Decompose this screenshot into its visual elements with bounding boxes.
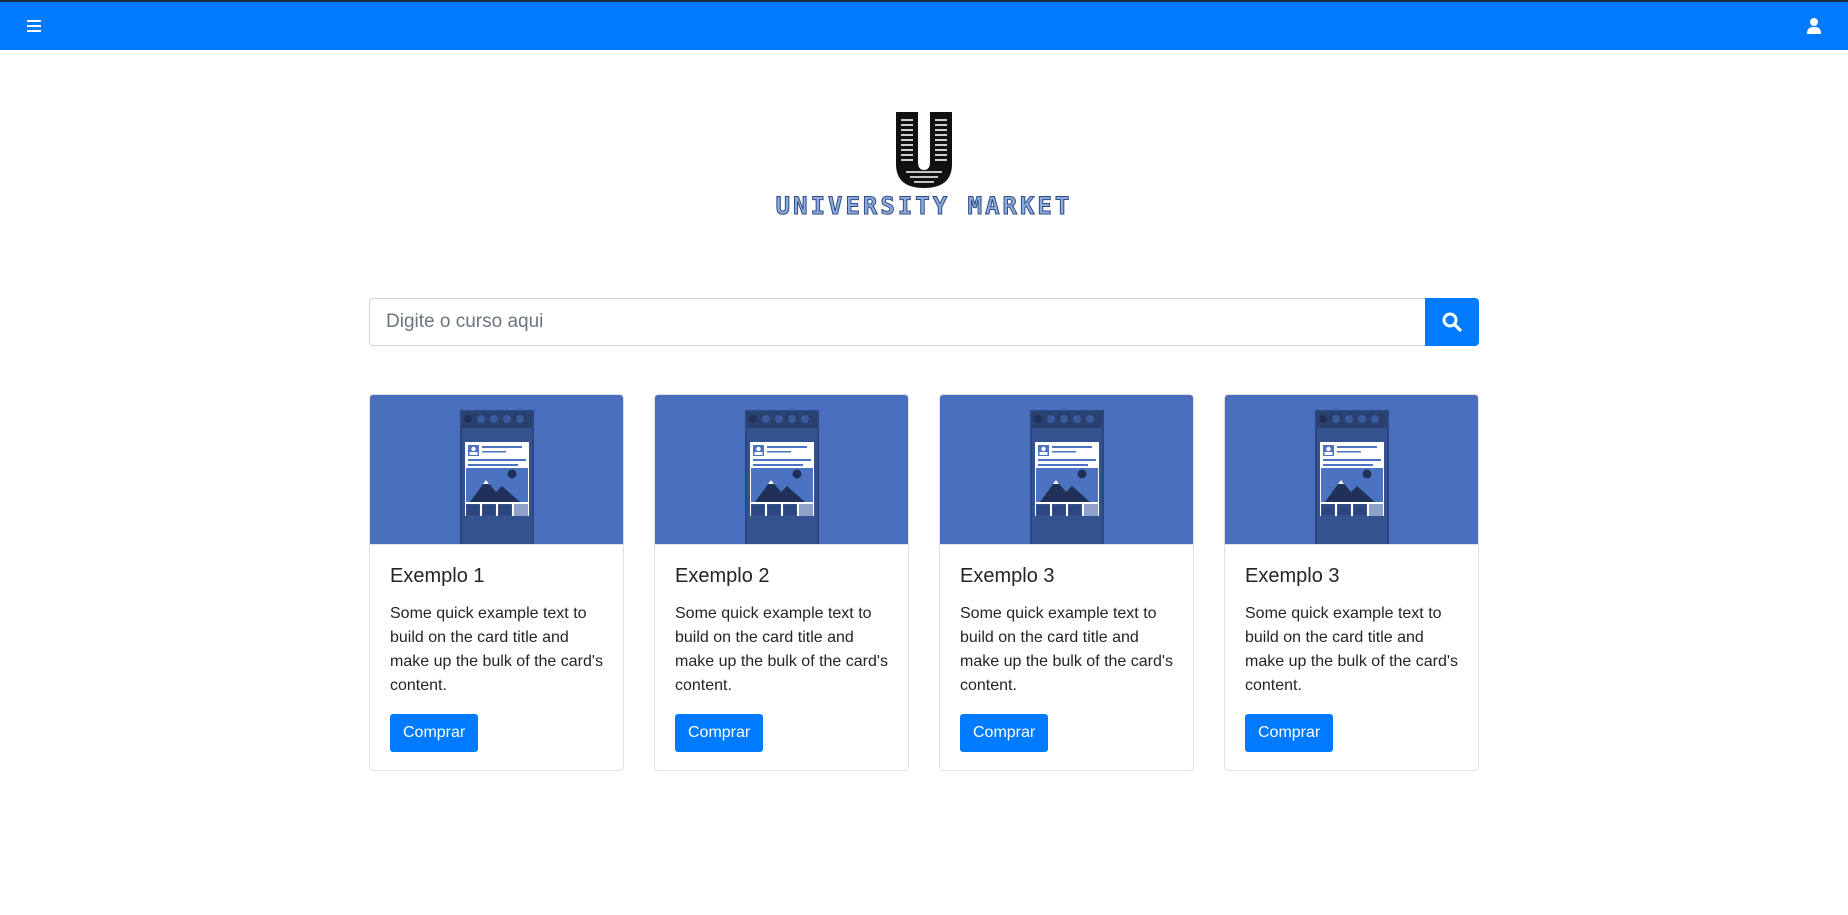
card-text: Some quick example text to build on the …	[390, 605, 603, 694]
card-image	[655, 395, 908, 545]
buy-button[interactable]: Comprar	[675, 714, 764, 752]
phone-mockup-icon	[459, 410, 534, 544]
user-button[interactable]	[1798, 10, 1830, 42]
card-title: Exemplo 1	[390, 565, 485, 587]
search-icon	[1442, 312, 1462, 332]
search-bar	[369, 298, 1479, 346]
card-image	[1225, 395, 1478, 545]
card-image	[940, 395, 1193, 545]
navbar	[0, 2, 1848, 50]
phone-mockup-icon	[744, 410, 819, 544]
card-grid: Exemplo 1 Some quick example text to bui…	[369, 394, 1479, 771]
card-title: Exemplo 3	[1245, 565, 1340, 587]
card-image	[370, 395, 623, 545]
logo: UNIVERSITY MARKET	[0, 110, 1848, 221]
card-text: Some quick example text to build on the …	[960, 605, 1173, 694]
search-input[interactable]	[369, 298, 1425, 346]
logo-u-icon	[896, 112, 952, 188]
product-card: Exemplo 2 Some quick example text to bui…	[654, 394, 909, 771]
hamburger-icon	[27, 20, 41, 32]
product-card: Exemplo 3 Some quick example text to bui…	[939, 394, 1194, 771]
logo-text: UNIVERSITY MARKET	[775, 192, 1073, 221]
menu-button[interactable]	[18, 10, 50, 42]
card-text: Some quick example text to build on the …	[675, 605, 888, 694]
card-title: Exemplo 2	[675, 565, 770, 587]
buy-button[interactable]: Comprar	[1245, 714, 1334, 752]
search-button[interactable]	[1425, 298, 1479, 346]
product-card: Exemplo 3 Some quick example text to bui…	[1224, 394, 1479, 771]
phone-mockup-icon	[1314, 410, 1389, 544]
product-card: Exemplo 1 Some quick example text to bui…	[369, 394, 624, 771]
phone-mockup-icon	[1029, 410, 1104, 544]
card-title: Exemplo 3	[960, 565, 1055, 587]
user-icon	[1807, 18, 1821, 34]
buy-button[interactable]: Comprar	[390, 714, 479, 752]
card-text: Some quick example text to build on the …	[1245, 605, 1458, 694]
buy-button[interactable]: Comprar	[960, 714, 1049, 752]
